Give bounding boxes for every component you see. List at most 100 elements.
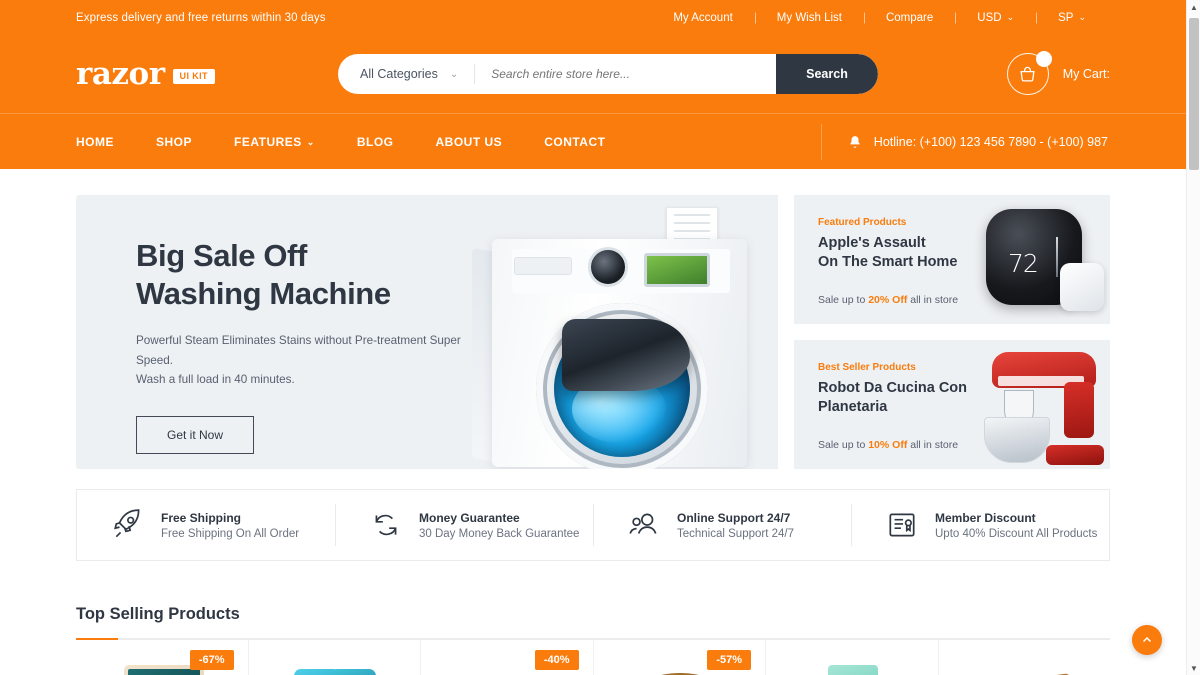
cart-widget[interactable]: My Cart: xyxy=(1006,51,1126,95)
promo-foot-post: all in store xyxy=(910,439,959,451)
cart-label: My Cart: xyxy=(1062,67,1110,81)
topbar-link-my-account[interactable]: My Account xyxy=(651,12,754,24)
mixer-base xyxy=(1046,445,1104,465)
promo-card-best-seller[interactable]: Best Seller Products Robot Da Cucina Con… xyxy=(794,340,1110,469)
topbar-link-compare[interactable]: Compare xyxy=(864,12,955,24)
product-card[interactable] xyxy=(766,640,939,675)
topbar-link-my-wish-list[interactable]: My Wish List xyxy=(755,12,864,24)
section-title: Top Selling Products xyxy=(76,605,240,623)
scrollbar-thumb[interactable] xyxy=(1189,18,1199,170)
hero-title: Big Sale Off Washing Machine xyxy=(136,237,496,313)
feature-online-support: Online Support 24/7 Technical Support 24… xyxy=(593,508,851,542)
washing-machine-image xyxy=(466,207,766,469)
certificate-icon xyxy=(889,513,915,537)
hotline-text: Hotline: (+100) 123 456 7890 - (+100) 98… xyxy=(873,134,1108,149)
promo-footer: Sale up to 10% Off all in store xyxy=(818,439,958,451)
promo-foot-pre: Sale up to xyxy=(818,294,866,306)
language-selector[interactable]: SP ⌄ xyxy=(1036,12,1108,24)
hero-title-line1: Big Sale Off xyxy=(136,238,307,273)
smart-thermostat-image: 72 xyxy=(984,205,1104,317)
promo-card-featured[interactable]: Featured Products Apple's Assault On The… xyxy=(794,195,1110,324)
cart-icon-circle[interactable] xyxy=(1006,51,1052,95)
mixer-neck xyxy=(1064,382,1094,438)
chevron-down-icon: ⌄ xyxy=(449,68,459,80)
nav-item-features-label: FEATURES xyxy=(234,134,302,149)
logo[interactable]: razor UI KIT xyxy=(76,55,338,92)
nav-item-home[interactable]: HOME xyxy=(76,135,114,149)
hero-cta-button[interactable]: Get it Now xyxy=(136,416,255,455)
promo-cards: Featured Products Apple's Assault On The… xyxy=(794,195,1110,469)
search-button[interactable]: Search xyxy=(776,54,878,94)
product-image xyxy=(286,659,382,675)
main-navigation: HOME SHOP FEATURES ⌄ BLOG ABOUT US CONTAC… xyxy=(0,113,1186,169)
currency-selector[interactable]: USD ⌄ xyxy=(955,12,1036,24)
product-image xyxy=(976,659,1075,675)
promo-title: Apple's Assault On The Smart Home xyxy=(818,234,978,272)
top-announcement-bar: Express delivery and free returns within… xyxy=(0,0,1186,35)
promo-title-line1: Robot Da Cucina Con xyxy=(818,380,968,396)
pouch-art xyxy=(827,665,878,675)
feature-text: Online Support 24/7 Technical Support 24… xyxy=(677,511,794,540)
promo-message: Express delivery and free returns within… xyxy=(76,11,326,24)
discount-badge: -67% xyxy=(189,650,234,670)
feature-subtitle: 30 Day Money Back Guarantee xyxy=(419,527,580,540)
hero-title-line2: Washing Machine xyxy=(136,275,391,311)
thermostat-temperature: 72 xyxy=(1008,249,1039,278)
site-header: razor UI KIT All Categories ⌄ Search My … xyxy=(0,35,1186,113)
search-input[interactable] xyxy=(475,54,776,94)
promo-title-line2: Planetaria xyxy=(818,399,888,416)
hero-subtitle-line2: Wash a full load in 40 minutes. xyxy=(136,373,295,387)
product-list: -67% -40% -57% xyxy=(76,640,1110,675)
promo-foot-post: all in store xyxy=(910,294,959,306)
thermostat-sensor xyxy=(1060,263,1104,311)
hotline: Hotline: (+100) 123 456 7890 - (+100) 98… xyxy=(820,123,1186,160)
thermostat-slider xyxy=(1056,237,1058,277)
promo-title-line2: On The Smart Home xyxy=(818,254,958,271)
machine-door-flap xyxy=(562,319,690,391)
refresh-icon xyxy=(375,514,397,536)
product-card[interactable] xyxy=(249,640,421,675)
product-card[interactable]: -40% xyxy=(421,640,594,675)
scrollbar-up-arrow[interactable]: ▲ xyxy=(1187,0,1200,14)
nav-items: HOME SHOP FEATURES ⌄ BLOG ABOUT US CONTAC… xyxy=(76,135,605,149)
promo-discount: 10% Off xyxy=(868,439,908,451)
features-strip: Free Shipping Free Shipping On All Order… xyxy=(76,489,1110,561)
product-card[interactable]: -57% xyxy=(594,640,766,675)
logo-badge: UI KIT xyxy=(172,68,215,84)
product-card[interactable]: -67% xyxy=(76,640,249,675)
machine-display xyxy=(644,253,710,287)
phones-art xyxy=(294,667,380,675)
scroll-to-top-button[interactable] xyxy=(1132,625,1162,655)
feature-free-shipping: Free Shipping Free Shipping On All Order xyxy=(77,508,335,542)
nav-item-about-us[interactable]: ABOUT US xyxy=(436,135,503,149)
topbar-link-label: My Account xyxy=(673,11,733,24)
page-root: Express delivery and free returns within… xyxy=(0,0,1186,675)
nav-item-contact[interactable]: CONTACT xyxy=(544,135,605,149)
product-card[interactable] xyxy=(939,640,1111,675)
feature-member-discount: Member Discount Upto 40% Discount All Pr… xyxy=(851,508,1109,542)
machine-dial xyxy=(588,247,628,287)
category-dropdown-label: All Categories xyxy=(360,67,438,81)
nav-item-shop[interactable]: SHOP xyxy=(156,135,192,149)
topbar-links: My Account My Wish List Compare USD ⌄ SP ⌄ xyxy=(651,12,1108,24)
cart-count-badge xyxy=(1035,51,1052,67)
chevron-down-icon: ⌄ xyxy=(1078,11,1086,22)
promo-footer: Sale up to 20% Off all in store xyxy=(818,294,958,306)
hero-copy: Big Sale Off Washing Machine Powerful St… xyxy=(136,237,496,455)
scrollbar-down-arrow[interactable]: ▼ xyxy=(1187,661,1200,675)
nav-item-features[interactable]: FEATURES ⌄ xyxy=(234,135,315,149)
chevron-down-icon: ⌄ xyxy=(1006,11,1015,22)
logo-text: razor xyxy=(76,55,165,92)
nav-item-blog[interactable]: BLOG xyxy=(357,135,394,149)
chevron-down-icon: ⌄ xyxy=(306,136,315,147)
hero-subtitle-line1: Powerful Steam Eliminates Stains without… xyxy=(136,333,461,367)
mixer-bowl xyxy=(984,417,1050,463)
page-scrollbar[interactable]: ▲ ▼ xyxy=(1186,0,1200,675)
top-selling-section: Top Selling Products xyxy=(76,605,1110,640)
feature-subtitle: Technical Support 24/7 xyxy=(677,527,794,540)
topbar-link-label: My Wish List xyxy=(776,11,842,24)
hero-banner[interactable]: Big Sale Off Washing Machine Powerful St… xyxy=(76,195,778,469)
feature-subtitle: Upto 40% Discount All Products xyxy=(935,527,1098,540)
category-dropdown[interactable]: All Categories ⌄ xyxy=(338,54,474,94)
stand-mixer-image xyxy=(978,342,1106,469)
